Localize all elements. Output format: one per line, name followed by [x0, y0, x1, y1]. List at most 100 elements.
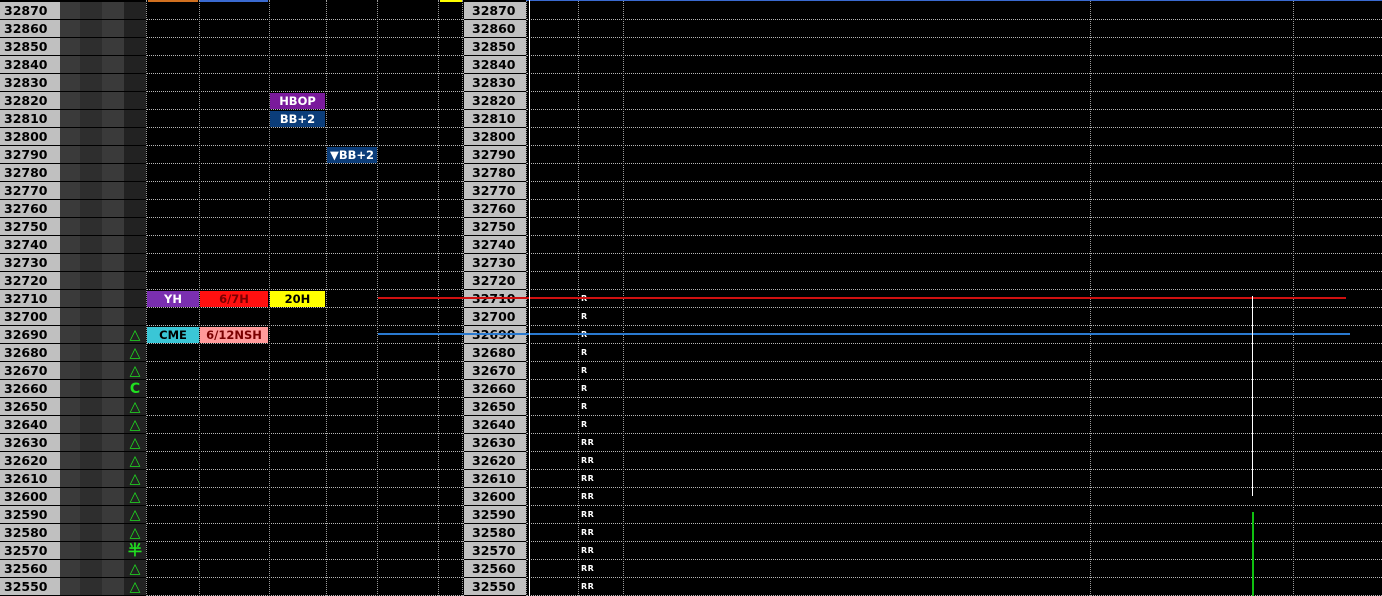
price-label-left[interactable]: 32720 [0, 272, 60, 289]
price-label-left[interactable]: 32740 [0, 236, 60, 253]
volume-cell [102, 164, 124, 181]
level-tag[interactable]: 6/12NSH [200, 327, 268, 343]
price-label-right[interactable]: 32800 [464, 128, 526, 145]
price-row: 32680 32680 △ R [0, 344, 1382, 362]
volume-cell [60, 416, 80, 433]
price-label-right[interactable]: 32780 [464, 164, 526, 181]
volume-cell [102, 272, 124, 289]
price-label-left[interactable]: 32750 [0, 218, 60, 235]
volume-cell [60, 56, 80, 73]
price-label-left[interactable]: 32650 [0, 398, 60, 415]
price-label-left[interactable]: 32590 [0, 506, 60, 523]
price-label-right[interactable]: 32650 [464, 398, 526, 415]
signal-symbol: △ [129, 453, 141, 469]
price-label-left[interactable]: 32600 [0, 488, 60, 505]
price-label-left[interactable]: 32760 [0, 200, 60, 217]
price-label-right[interactable]: 32840 [464, 56, 526, 73]
price-label-left[interactable]: 32700 [0, 308, 60, 325]
price-label-left[interactable]: 32620 [0, 452, 60, 469]
signal-symbol: C [129, 381, 141, 397]
volume-cell [60, 236, 80, 253]
price-label-right[interactable]: 32590 [464, 506, 526, 523]
price-label-right[interactable]: 32700 [464, 308, 526, 325]
price-label-right[interactable]: 32610 [464, 470, 526, 487]
price-label-right[interactable]: 32870 [464, 2, 526, 19]
volume-cell [60, 488, 80, 505]
level-tag[interactable]: BB+2 [270, 111, 325, 127]
volume-cell [60, 164, 80, 181]
price-label-left[interactable]: 32670 [0, 362, 60, 379]
price-label-right[interactable]: 32630 [464, 434, 526, 451]
price-label-left[interactable]: 32870 [0, 2, 60, 19]
volume-cell [124, 200, 146, 217]
price-label-right[interactable]: 32600 [464, 488, 526, 505]
price-label-right[interactable]: 32570 [464, 542, 526, 559]
price-label-right[interactable]: 32720 [464, 272, 526, 289]
price-label-right[interactable]: 32550 [464, 578, 526, 595]
level-tag[interactable]: CME [147, 327, 199, 343]
level-tag[interactable]: HBOP [270, 93, 325, 109]
price-label-left[interactable]: 32680 [0, 344, 60, 361]
price-label-left[interactable]: 32710 [0, 290, 60, 307]
price-label-right[interactable]: 32790 [464, 146, 526, 163]
level-tag[interactable]: YH [147, 291, 199, 307]
volume-cell [124, 182, 146, 199]
price-label-right[interactable]: 32760 [464, 200, 526, 217]
volume-cell [124, 272, 146, 289]
price-label-right[interactable]: 32860 [464, 20, 526, 37]
volume-cell [60, 290, 80, 307]
price-label-right[interactable]: 32820 [464, 92, 526, 109]
price-label-left[interactable]: 32780 [0, 164, 60, 181]
price-label-right[interactable]: 32640 [464, 416, 526, 433]
volume-cell [102, 128, 124, 145]
price-label-left[interactable]: 32690 [0, 326, 60, 343]
price-label-left[interactable]: 32730 [0, 254, 60, 271]
price-label-left[interactable]: 32640 [0, 416, 60, 433]
level-tag[interactable]: 20H [270, 291, 325, 307]
price-label-left[interactable]: 32820 [0, 92, 60, 109]
volume-cell [102, 542, 124, 559]
price-label-left[interactable]: 32630 [0, 434, 60, 451]
price-label-left[interactable]: 32790 [0, 146, 60, 163]
volume-cell [80, 524, 102, 541]
volume-cell [80, 182, 102, 199]
price-row: 32610 32610 △ RR [0, 470, 1382, 488]
price-label-left[interactable]: 32570 [0, 542, 60, 559]
price-row: 32860 32860 [0, 20, 1382, 38]
price-label-right[interactable]: 32740 [464, 236, 526, 253]
price-label-right[interactable]: 32620 [464, 452, 526, 469]
price-label-right[interactable]: 32580 [464, 524, 526, 541]
price-label-left[interactable]: 32580 [0, 524, 60, 541]
volume-cell [60, 20, 80, 37]
price-label-left[interactable]: 32830 [0, 74, 60, 91]
price-label-right[interactable]: 32830 [464, 74, 526, 91]
price-label-right[interactable]: 32670 [464, 362, 526, 379]
price-row: 32640 32640 △ R [0, 416, 1382, 434]
volume-cell [60, 218, 80, 235]
price-label-right[interactable]: 32680 [464, 344, 526, 361]
price-label-right[interactable]: 32770 [464, 182, 526, 199]
price-label-right[interactable]: 32810 [464, 110, 526, 127]
price-label-left[interactable]: 32550 [0, 578, 60, 595]
volume-cell [60, 398, 80, 415]
price-label-left[interactable]: 32800 [0, 128, 60, 145]
price-label-right[interactable]: 32850 [464, 38, 526, 55]
price-label-left[interactable]: 32860 [0, 20, 60, 37]
volume-cell [80, 92, 102, 109]
price-label-right[interactable]: 32560 [464, 560, 526, 577]
price-row: 32760 32760 [0, 200, 1382, 218]
price-label-left[interactable]: 32840 [0, 56, 60, 73]
level-tag[interactable]: 6/7H [200, 291, 268, 307]
price-row: 32670 32670 △ R [0, 362, 1382, 380]
price-label-right[interactable]: 32730 [464, 254, 526, 271]
price-label-left[interactable]: 32660 [0, 380, 60, 397]
price-label-right[interactable]: 32750 [464, 218, 526, 235]
price-label-left[interactable]: 32770 [0, 182, 60, 199]
signal-symbol: △ [129, 561, 141, 577]
price-label-left[interactable]: 32610 [0, 470, 60, 487]
price-label-right[interactable]: 32660 [464, 380, 526, 397]
price-label-left[interactable]: 32810 [0, 110, 60, 127]
price-label-left[interactable]: 32560 [0, 560, 60, 577]
level-tag[interactable]: ▼BB+2 [327, 147, 377, 163]
price-label-left[interactable]: 32850 [0, 38, 60, 55]
